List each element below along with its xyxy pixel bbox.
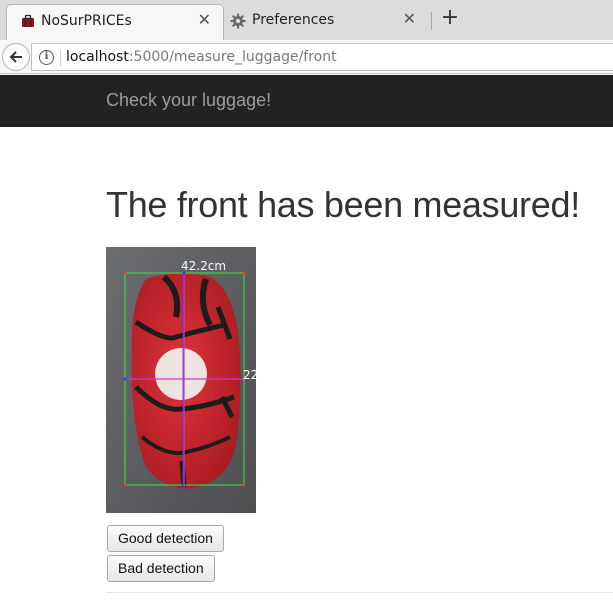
tab-title: NoSurPRICEs <box>41 13 132 29</box>
back-button[interactable] <box>2 43 30 71</box>
tab-preferences[interactable]: Preferences ✕ <box>222 4 428 36</box>
brand-link[interactable]: Check your luggage! <box>106 90 271 111</box>
back-arrow-icon <box>9 51 22 63</box>
width-measurement-label: 42.2cm <box>181 259 226 273</box>
url-bar[interactable]: i localhost:5000/measure_luggage/front <box>31 43 613 71</box>
url-separator <box>60 50 61 66</box>
divider <box>106 592 613 593</box>
browser-navbar: i localhost:5000/measure_luggage/front <box>0 40 613 74</box>
tab-nosurprices[interactable]: NoSurPRICEs ✕ <box>6 4 224 40</box>
height-measurement-label: 22 <box>243 368 256 382</box>
luggage-measurement-image: 42.2cm 22 <box>106 247 256 513</box>
tab-separator <box>431 12 432 30</box>
good-detection-button[interactable]: Good detection <box>107 525 224 552</box>
info-icon[interactable]: i <box>39 50 54 65</box>
page-title: The front has been measured! <box>106 184 580 225</box>
url-path: :5000/measure_luggage/front <box>128 49 337 65</box>
bad-detection-button[interactable]: Bad detection <box>107 555 215 582</box>
browser-tabstrip: NoSurPRICEs ✕ Preferences ✕ + <box>0 0 613 40</box>
url-host: localhost <box>66 49 129 65</box>
suitcase-favicon-icon <box>21 14 35 28</box>
app-navbar: Check your luggage! <box>0 75 613 127</box>
tab-title: Preferences <box>252 12 335 28</box>
new-tab-icon[interactable]: + <box>440 7 460 31</box>
gear-icon <box>230 13 246 29</box>
tab-close-icon[interactable]: ✕ <box>198 12 211 28</box>
url-text: localhost:5000/measure_luggage/front <box>66 49 337 65</box>
tab-close-icon[interactable]: ✕ <box>403 11 416 27</box>
